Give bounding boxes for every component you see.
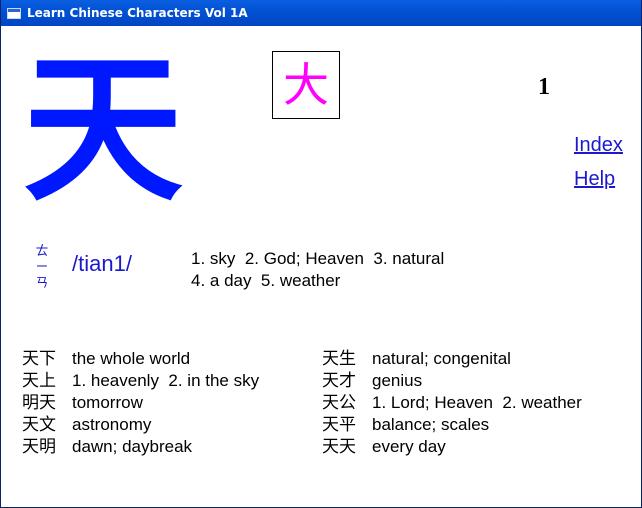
word-chinese: 天公: [322, 393, 356, 413]
word-chinese: 天上: [22, 371, 56, 391]
word-row: 天公 1. Lord; Heaven 2. weather: [322, 392, 582, 414]
help-link[interactable]: Help: [574, 168, 615, 191]
word-row: 天明 dawn; daybreak: [22, 436, 259, 458]
word-row: 天上 1. heavenly 2. in the sky: [22, 370, 259, 392]
word-chinese: 天下: [22, 349, 56, 369]
word-chinese: 天平: [322, 415, 356, 435]
zhuyin-symbol: ㄧ: [35, 260, 49, 275]
word-row: 天生 natural; congenital: [322, 348, 582, 370]
window-icon[interactable]: [7, 7, 21, 19]
window-title: Learn Chinese Characters Vol 1A: [27, 6, 248, 20]
word-english: genius: [372, 371, 423, 390]
word-list-left: 天下 the whole world 天上 1. heavenly 2. in th…: [22, 348, 259, 458]
word-row: 天天 every day: [322, 436, 582, 458]
meaning-line: 4. a day 5. weather: [191, 271, 341, 290]
zhuyin-symbol: ㄢ: [35, 276, 49, 291]
word-english: 1. heavenly 2. in the sky: [72, 371, 260, 390]
word-english: astronomy: [72, 415, 152, 434]
index-link[interactable]: Index: [574, 134, 623, 157]
zhuyin-pronunciation: ㄊ ㄧ ㄢ: [35, 244, 49, 292]
word-chinese: 明天: [22, 393, 56, 413]
word-english: every day: [372, 437, 446, 456]
word-english: balance; scales: [372, 415, 490, 434]
word-chinese: 天才: [322, 371, 356, 391]
meaning-line: 1. sky 2. God; Heaven 3. natural: [191, 249, 445, 268]
word-chinese: 天天: [322, 437, 356, 457]
word-chinese: 天生: [322, 349, 356, 369]
word-row: 天平 balance; scales: [322, 414, 582, 436]
radical-box: 大: [272, 51, 340, 119]
pinyin-pronunciation: /tian1/: [72, 251, 132, 276]
word-row: 明天 tomorrow: [22, 392, 259, 414]
word-chinese: 天文: [22, 415, 56, 435]
word-row: 天文 astronomy: [22, 414, 259, 436]
word-list-right: 天生 natural; congenital 天才 genius 天公 1. Lord…: [322, 348, 582, 458]
lesson-number: 1: [538, 74, 550, 100]
title-bar[interactable]: Learn Chinese Characters Vol 1A: [1, 0, 641, 26]
word-english: dawn; daybreak: [72, 437, 193, 456]
app-window: Learn Chinese Characters Vol 1A 天 大 1 In…: [0, 0, 642, 508]
word-row: 天下 the whole world: [22, 348, 259, 370]
word-chinese: 天明: [22, 437, 56, 457]
word-english: 1. Lord; Heaven 2. weather: [372, 393, 582, 412]
word-english: natural; congenital: [372, 349, 511, 368]
radical-character: 大: [283, 58, 329, 112]
main-character: 天: [23, 36, 184, 223]
word-english: tomorrow: [72, 393, 143, 412]
zhuyin-symbol: ㄊ: [35, 244, 49, 259]
word-row: 天才 genius: [322, 370, 582, 392]
word-english: the whole world: [72, 349, 191, 368]
